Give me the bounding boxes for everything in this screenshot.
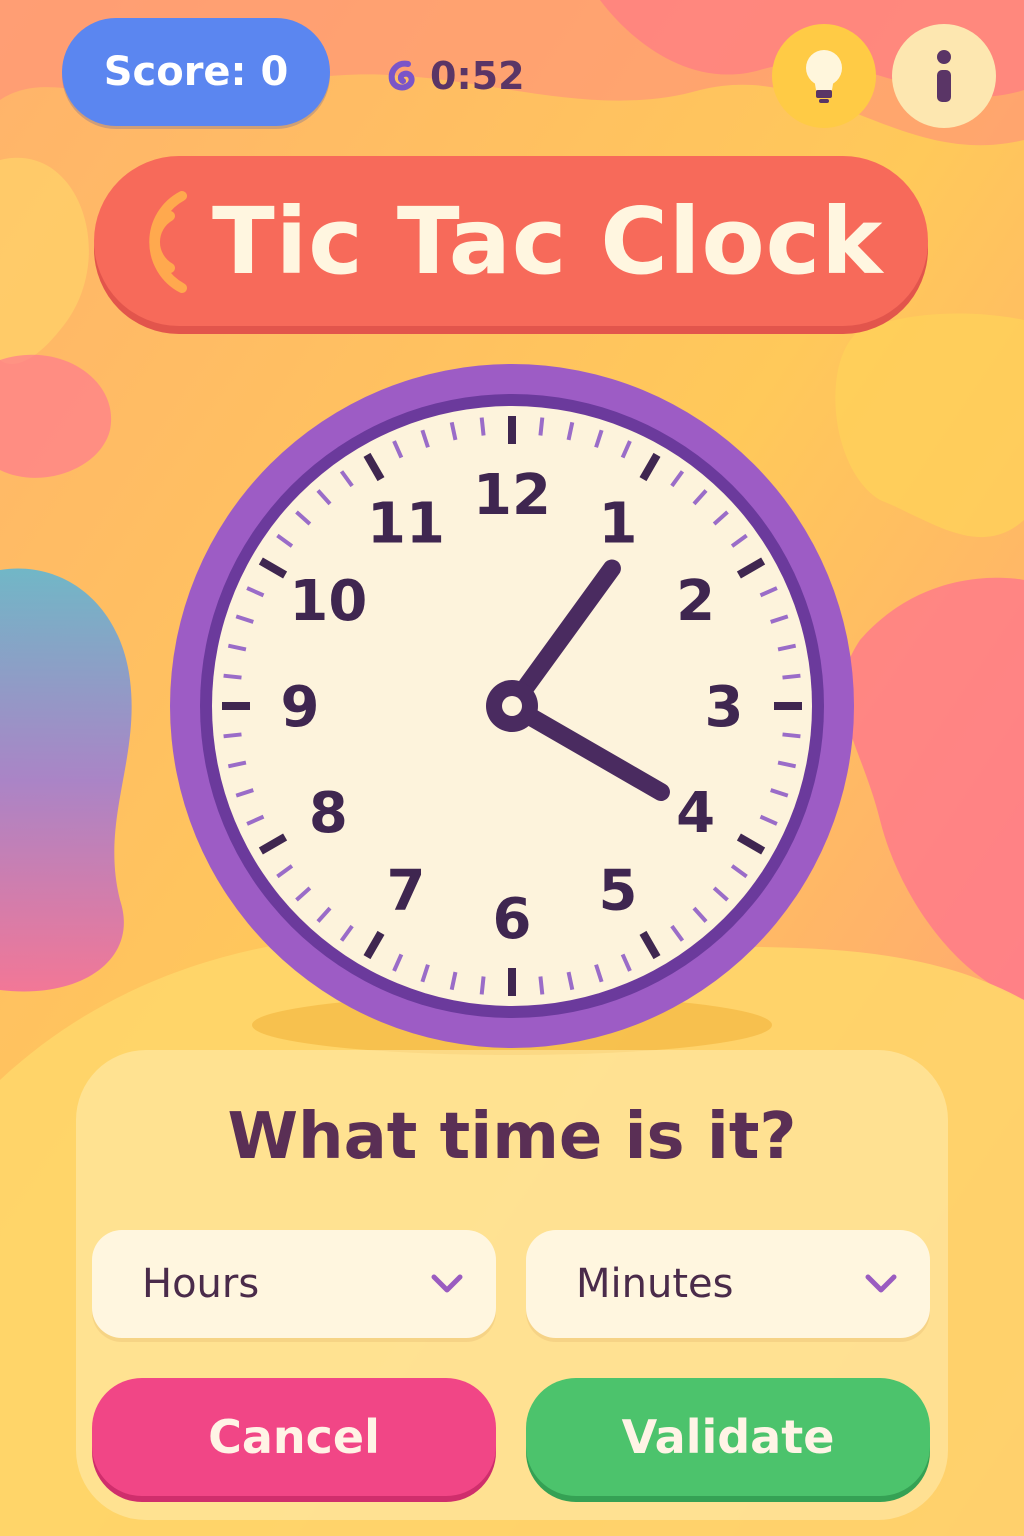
clock-numeral: 7 bbox=[387, 859, 426, 924]
clock-minor-tick bbox=[223, 732, 242, 739]
timer: 0:52 bbox=[382, 48, 525, 104]
info-icon bbox=[937, 50, 951, 102]
game-title: Tic Tac Clock bbox=[212, 188, 884, 295]
clock-minor-tick bbox=[479, 976, 486, 995]
clock-hub-center bbox=[502, 696, 522, 716]
timer-swirl-icon bbox=[388, 60, 415, 91]
clock-numeral: 6 bbox=[493, 887, 532, 952]
chevron-down-icon bbox=[431, 1274, 463, 1293]
clock-minor-tick bbox=[538, 417, 545, 436]
hint-button[interactable] bbox=[772, 24, 876, 128]
chevron-down-icon bbox=[865, 1274, 897, 1293]
clock-numeral: 12 bbox=[473, 463, 551, 528]
score-label: Score: 0 bbox=[103, 49, 289, 95]
clock-numeral: 5 bbox=[599, 859, 638, 924]
clock-numeral: 11 bbox=[367, 491, 445, 556]
clock-minor-tick bbox=[479, 417, 486, 436]
clock-numeral: 9 bbox=[281, 675, 320, 740]
clock-numeral: 1 bbox=[599, 491, 638, 556]
cancel-button[interactable]: Cancel bbox=[92, 1378, 496, 1496]
validate-label: Validate bbox=[621, 1410, 835, 1464]
minutes-select-label: Minutes bbox=[576, 1261, 734, 1307]
hours-select-label: Hours bbox=[142, 1261, 260, 1307]
clock-minor-tick bbox=[782, 732, 801, 739]
clock-numeral: 8 bbox=[309, 781, 348, 846]
clock-numeral: 4 bbox=[676, 781, 715, 846]
info-button[interactable] bbox=[892, 24, 996, 128]
clock-numeral: 2 bbox=[676, 569, 715, 634]
lightbulb-icon bbox=[806, 50, 842, 103]
score-badge: Score: 0 bbox=[62, 18, 330, 126]
analog-clock: 12 12 3 45 6 78 9 1011 bbox=[170, 364, 854, 1048]
clock-numeral: 10 bbox=[289, 569, 367, 634]
clock-numeral: 3 bbox=[705, 675, 744, 740]
clock-minor-tick bbox=[223, 673, 242, 680]
clock-minor-tick bbox=[538, 976, 545, 995]
hours-select[interactable]: Hours bbox=[92, 1230, 496, 1338]
validate-button[interactable]: Validate bbox=[526, 1378, 930, 1496]
title-swirl-icon bbox=[149, 191, 187, 293]
minutes-select[interactable]: Minutes bbox=[526, 1230, 930, 1338]
clock-minor-tick bbox=[782, 673, 801, 680]
question-text: What time is it? bbox=[227, 1100, 797, 1174]
cancel-label: Cancel bbox=[208, 1410, 380, 1464]
timer-text: 0:52 bbox=[430, 54, 525, 98]
